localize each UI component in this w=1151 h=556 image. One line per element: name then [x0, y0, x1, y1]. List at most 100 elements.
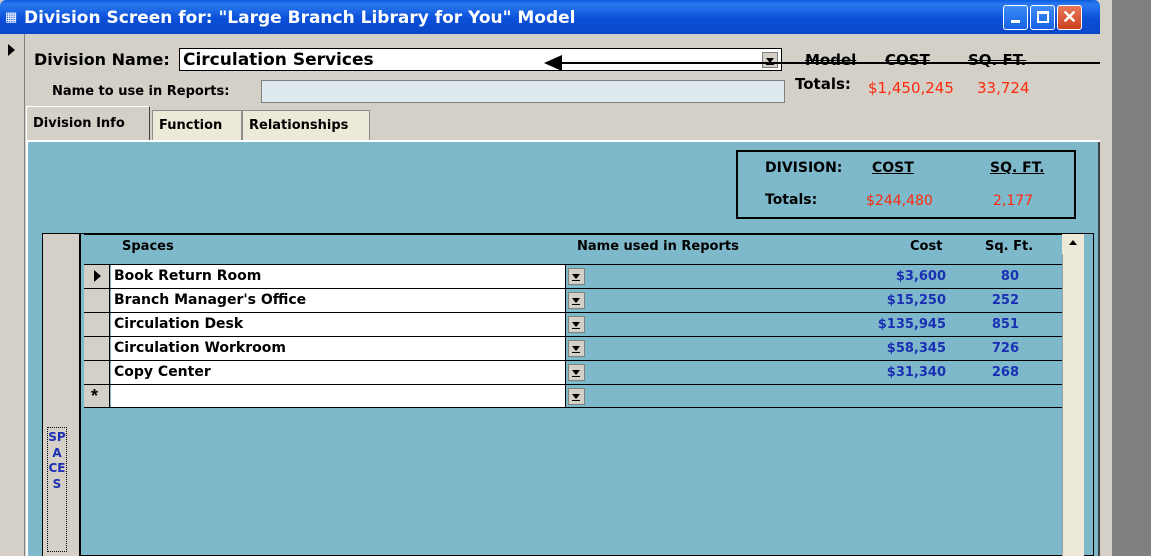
tab-function[interactable]: Function — [152, 110, 242, 140]
close-icon: ✕ — [1061, 7, 1078, 27]
table-row[interactable]: Book Return Room $3,600 80 — [84, 264, 1062, 288]
space-name: Copy Center — [114, 364, 211, 380]
space-sqft: 268 — [991, 365, 1019, 380]
model-sqft-header: SQ. FT. — [968, 51, 1027, 69]
chevron-up-icon — [1069, 240, 1077, 245]
division-name-dropdown-button[interactable] — [762, 52, 778, 68]
table-row[interactable]: Circulation Desk $135,945 851 — [84, 312, 1062, 336]
space-cost: $135,945 — [877, 317, 946, 332]
new-record-row[interactable]: * — [84, 384, 1062, 408]
space-combo[interactable]: Circulation Workroom — [111, 337, 585, 360]
record-selector[interactable] — [0, 34, 25, 556]
chevron-down-icon — [572, 298, 580, 303]
dropdown-underline — [572, 280, 580, 281]
dropdown-underline — [766, 64, 774, 65]
model-label: Model — [805, 51, 857, 69]
division-sqft-total: 2,177 — [993, 193, 1034, 209]
form-icon: ▦ — [5, 9, 18, 24]
space-sqft: 726 — [991, 341, 1019, 356]
spaces-button-label: SPACES — [48, 430, 66, 491]
dropdown-underline — [572, 352, 580, 353]
space-combo[interactable]: Circulation Desk — [111, 313, 585, 336]
table-row[interactable]: Circulation Workroom $58,345 726 — [84, 336, 1062, 360]
report-name-label: Name to use in Reports: — [52, 84, 230, 99]
row-selector[interactable] — [84, 337, 110, 360]
rows-bottom-divider — [84, 407, 1062, 408]
row-selector[interactable]: * — [84, 385, 110, 408]
division-cost-header: COST — [872, 160, 914, 176]
dropdown-underline — [572, 400, 580, 401]
space-cost: $15,250 — [886, 293, 946, 308]
space-sqft: 252 — [991, 293, 1019, 308]
space-dropdown-button[interactable] — [568, 388, 585, 405]
column-header-divider — [84, 234, 1062, 235]
space-cost: $58,345 — [886, 341, 946, 356]
space-cost: $31,340 — [886, 365, 946, 380]
space-combo[interactable] — [111, 385, 585, 408]
window-title: Division Screen for: "Large Branch Libra… — [24, 8, 576, 28]
arrow-left-icon — [544, 55, 562, 71]
chevron-down-icon — [572, 394, 580, 399]
model-totals-label: Totals: — [795, 75, 851, 93]
chevron-down-icon — [572, 346, 580, 351]
column-header-sqft: Sq. Ft. — [985, 239, 1034, 254]
space-dropdown-button[interactable] — [568, 364, 585, 381]
space-name: Book Return Room — [114, 268, 262, 284]
model-cost-header: COST — [885, 51, 930, 69]
dropdown-underline — [572, 328, 580, 329]
space-dropdown-button[interactable] — [568, 316, 585, 333]
space-sqft: 80 — [1000, 269, 1019, 284]
space-dropdown-button[interactable] — [568, 268, 585, 285]
table-row[interactable]: Branch Manager's Office $15,250 252 — [84, 288, 1062, 312]
space-dropdown-button[interactable] — [568, 292, 585, 309]
space-combo[interactable]: Book Return Room — [111, 265, 585, 288]
background-strip — [1112, 0, 1151, 556]
tab-relationships[interactable]: Relationships — [242, 110, 370, 140]
division-name-value: Circulation Services — [183, 50, 374, 70]
annotation-arrow-tail — [1000, 62, 1100, 64]
row-selector[interactable] — [84, 361, 110, 384]
scroll-up-button[interactable] — [1062, 234, 1084, 254]
dropdown-underline — [572, 376, 580, 377]
column-header-cost: Cost — [910, 239, 943, 254]
new-record-icon: * — [91, 386, 99, 406]
space-name: Branch Manager's Office — [114, 292, 307, 308]
chevron-down-icon — [572, 370, 580, 375]
close-button[interactable]: ✕ — [1057, 5, 1082, 30]
space-dropdown-button[interactable] — [568, 340, 585, 357]
space-name: Circulation Workroom — [114, 340, 286, 356]
dropdown-underline — [572, 304, 580, 305]
column-header-spaces: Spaces — [122, 239, 174, 254]
tab-division-info[interactable]: Division Info — [26, 106, 150, 140]
space-name: Circulation Desk — [114, 316, 244, 332]
vertical-scrollbar[interactable] — [1062, 234, 1084, 556]
division-name-label: Division Name: — [34, 50, 170, 69]
row-selector[interactable] — [84, 265, 110, 288]
division-sqft-header: SQ. FT. — [990, 160, 1045, 176]
row-selector[interactable] — [84, 289, 110, 312]
maximize-button[interactable] — [1030, 5, 1055, 30]
table-row[interactable]: Copy Center $31,340 268 — [84, 360, 1062, 384]
row-selector[interactable] — [84, 313, 110, 336]
space-sqft: 851 — [991, 317, 1019, 332]
division-name-combo[interactable]: Circulation Services — [179, 48, 782, 71]
chevron-down-icon — [572, 274, 580, 279]
current-record-icon — [8, 44, 15, 56]
model-cost-total: $1,450,245 — [868, 79, 954, 97]
division-label: DIVISION: — [765, 160, 843, 176]
minimize-icon — [1011, 20, 1020, 23]
report-name-input[interactable] — [261, 80, 785, 103]
title-bar[interactable]: ▦ Division Screen for: "Large Branch Lib… — [0, 0, 1100, 34]
space-cost: $3,600 — [895, 269, 946, 284]
maximize-icon — [1037, 11, 1049, 23]
division-cost-total: $244,480 — [866, 193, 933, 209]
current-row-icon — [94, 270, 101, 282]
annotation-arrow-shaft — [555, 62, 1000, 64]
space-combo[interactable]: Branch Manager's Office — [111, 289, 585, 312]
minimize-button[interactable] — [1003, 5, 1028, 30]
space-combo[interactable]: Copy Center — [111, 361, 585, 384]
model-sqft-total: 33,724 — [977, 79, 1030, 97]
spaces-button[interactable]: SPACES — [47, 427, 67, 552]
column-header-report-name: Name used in Reports — [577, 239, 739, 254]
division-totals-label: Totals: — [765, 192, 818, 208]
